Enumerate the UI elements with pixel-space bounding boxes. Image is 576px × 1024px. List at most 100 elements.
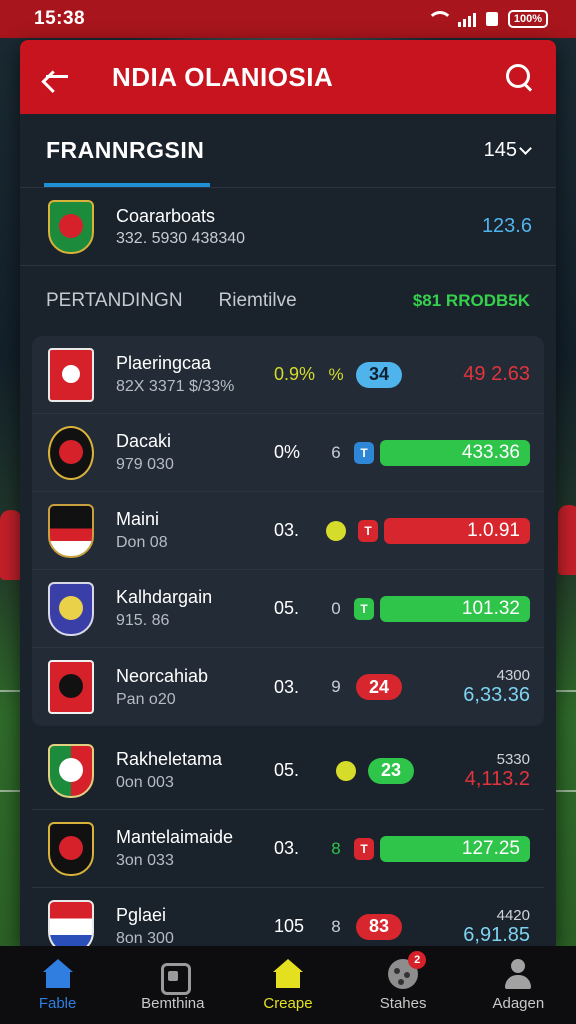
tab-bar: PERTANDINGN Riemtilve $81 RRODB5K: [20, 266, 556, 336]
mid-value: %: [328, 364, 344, 384]
list-item[interactable]: Dacaki 979 030 0% 6 T 433.36: [32, 414, 544, 492]
list-item[interactable]: Plaeringcaa 82X 3371 $/33% 0.9% % 34 49 …: [32, 336, 544, 414]
tab-right-link[interactable]: $81 RRODB5K: [413, 291, 530, 311]
nav-item-fable[interactable]: Fable: [3, 958, 113, 1012]
value-bar: 127.25: [380, 835, 530, 862]
team-info: Rakheletama 0on 003: [116, 749, 266, 792]
player-figure: [0, 510, 22, 580]
team-meta: Pan o20: [116, 690, 176, 708]
odds-value: 05.: [274, 760, 300, 780]
home-icon: [42, 958, 73, 989]
person-icon: [503, 958, 533, 989]
odds-value: 03.: [274, 520, 300, 540]
team-meta: 8on 300: [116, 930, 174, 946]
row-value: 4,113.2: [464, 767, 530, 790]
team-name: Pglaei: [116, 905, 167, 925]
tab-riemtilve[interactable]: Riemtilve: [219, 290, 297, 312]
bag-icon: [158, 959, 191, 995]
value-col: 4420 6,91.85: [463, 907, 530, 947]
team-name: Dacaki: [116, 431, 172, 451]
signal-icon: [457, 11, 476, 27]
list-item[interactable]: Kalhdargain 915. 86 05. 0 T 101.32: [32, 570, 544, 648]
indicator-tag: T: [354, 837, 374, 860]
featured-item[interactable]: Coararboats 332. 5930 438340 123.6: [20, 188, 556, 266]
value-bar: 1.0.91: [384, 517, 530, 544]
team-info: Dacaki 979 030: [116, 431, 266, 474]
indicator-tag: T: [354, 441, 374, 464]
team-meta: 915. 86: [116, 612, 170, 629]
nav-item-creape[interactable]: Creape: [233, 958, 343, 1012]
team-info: Mantelaimaide 3on 033: [116, 827, 266, 870]
mid-value: 8: [331, 916, 341, 936]
team-name: Neorcahiab: [116, 665, 209, 686]
tab-pertandingan[interactable]: PERTANDINGN: [46, 290, 183, 312]
team-name: Rakheletama: [116, 749, 223, 769]
team-meta: 0on 003: [116, 774, 174, 791]
nav-item-adagen[interactable]: Adagen: [463, 958, 573, 1012]
team-badge: [48, 899, 94, 946]
list-item[interactable]: Mantelaimaide 3on 033 03. 8 T 127.25: [32, 810, 544, 888]
indicator-dot: [336, 760, 356, 781]
section-underline: [44, 183, 210, 187]
featured-info: Coararboats 332. 5930 438340: [116, 206, 376, 248]
odds-value: 105: [274, 916, 305, 936]
team-badge: [48, 743, 94, 798]
mid-value: 6: [331, 442, 341, 462]
main-card: NDIA OLANIOSIA FRANNRGSIN 145 Coararboat…: [20, 40, 556, 946]
team-badge: [48, 660, 94, 714]
team-meta: 82X 3371 $/33%: [116, 378, 235, 395]
status-icons: 100%: [426, 10, 548, 28]
section-count-label: 145: [483, 139, 517, 161]
score-pill: 24: [356, 674, 402, 700]
team-badge: [48, 199, 94, 254]
list-item[interactable]: Rakheletama 0on 003 05. 23 5330 4,113.2: [32, 732, 544, 810]
mid-value: 8: [331, 838, 341, 858]
nav-label: Stahes: [379, 994, 427, 1012]
value-col: 49 2.63: [463, 363, 530, 386]
team-name: Plaeringcaa: [116, 353, 212, 373]
row-value: 6,33.36: [463, 684, 530, 706]
featured-value: 123.6: [481, 215, 532, 237]
team-info: Maini Don 08: [116, 509, 266, 552]
sd-card-icon: [485, 12, 498, 26]
list-item[interactable]: Pglaei 8on 300 105 8 83 4420 6,91.85: [32, 888, 544, 946]
app-title: NDIA OLANIOSIA: [112, 61, 334, 92]
row-top-value: 4300: [496, 667, 530, 684]
nav-item-stahes[interactable]: 2 Stahes: [348, 950, 458, 1012]
status-time: 15:38: [34, 8, 86, 29]
team-name: Kalhdargain: [116, 587, 213, 607]
team-name: Mantelaimaide: [116, 827, 234, 847]
team-meta: 979 030: [116, 456, 174, 473]
team-badge: [48, 821, 94, 876]
list-group: Plaeringcaa 82X 3371 $/33% 0.9% % 34 49 …: [32, 336, 544, 726]
ball-icon: 2: [388, 950, 427, 989]
wifi-icon: [426, 11, 453, 27]
value-bar: 101.32: [380, 595, 530, 622]
team-meta: Don 08: [116, 534, 168, 551]
match-list: Plaeringcaa 82X 3371 $/33% 0.9% % 34 49 …: [20, 336, 556, 946]
team-info: Plaeringcaa 82X 3371 $/33%: [116, 353, 266, 396]
indicator-dot: [326, 520, 346, 541]
row-value: 49 2.63: [463, 363, 530, 385]
value-col: 5330 4,113.2: [465, 751, 530, 791]
odds-value: 0%: [274, 442, 301, 462]
section-title: FRANNRGSIN: [46, 137, 205, 163]
chevron-down-icon: [519, 141, 532, 155]
odds-value: 05.: [274, 598, 300, 618]
list-item[interactable]: Neorcahiab Pan o20 03. 9 24 4300 6,33.36: [32, 648, 544, 726]
score-pill: 83: [356, 913, 402, 940]
team-info: Pglaei 8on 300: [116, 905, 266, 946]
nav-label: Fable: [38, 994, 77, 1012]
section-count-dropdown[interactable]: 145: [483, 139, 532, 162]
team-badge: [48, 503, 94, 558]
team-badge: [48, 425, 94, 480]
odds-value: 03.: [274, 838, 300, 858]
row-top-value: 5330: [496, 750, 530, 768]
team-meta: 3on 033: [116, 852, 174, 869]
search-icon[interactable]: [504, 62, 534, 92]
list-item[interactable]: Maini Don 08 03. T 1.0.91: [32, 492, 544, 570]
value-col: 4300 6,33.36: [463, 667, 530, 707]
score-pill: 23: [368, 757, 414, 784]
arrow-left-icon[interactable]: [42, 62, 72, 92]
nav-item-bemthina[interactable]: Bemthina: [118, 959, 228, 1012]
